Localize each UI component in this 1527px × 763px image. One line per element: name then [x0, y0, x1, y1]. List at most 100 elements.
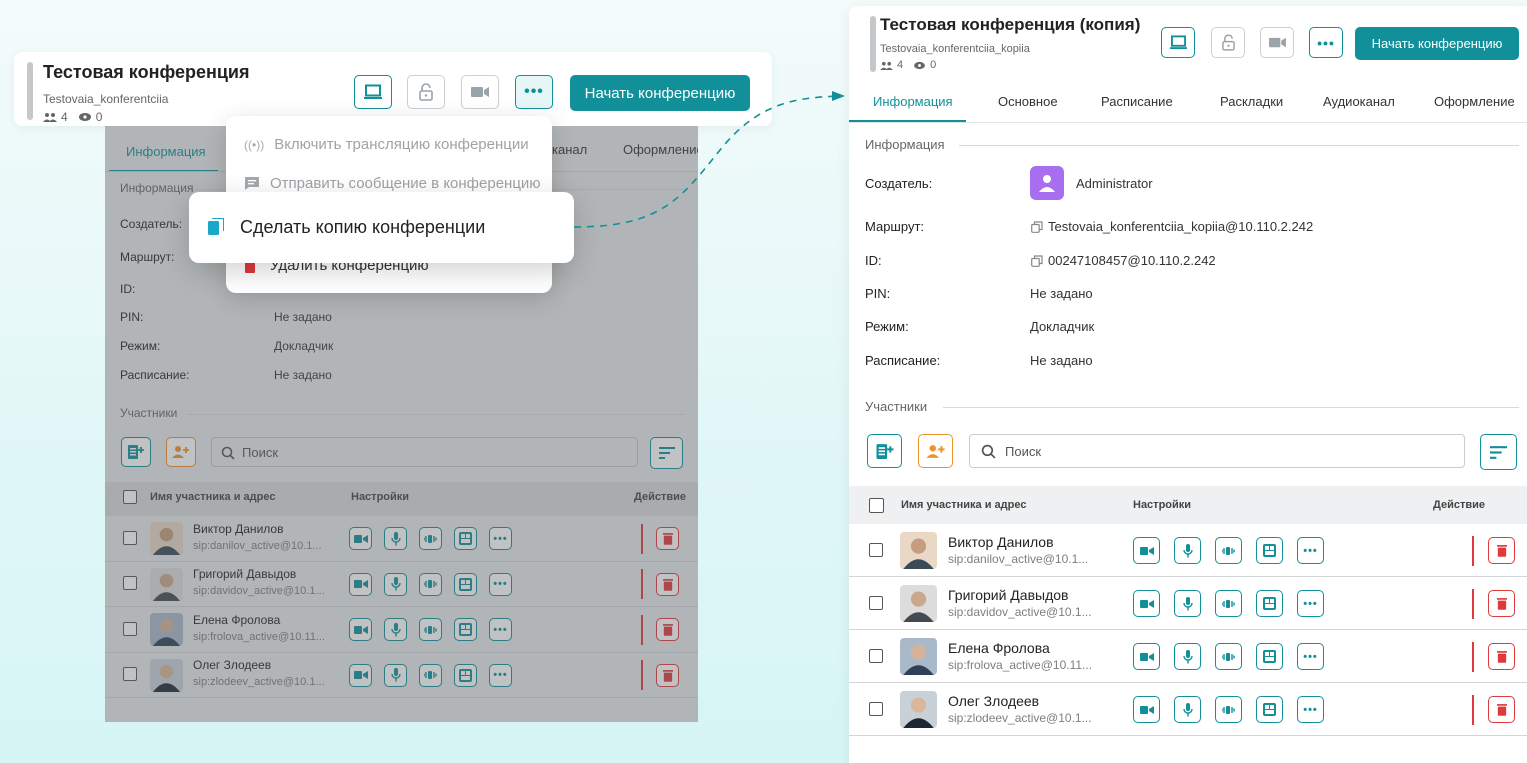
layout-toggle-button[interactable] [1256, 643, 1283, 670]
row-checkbox[interactable] [869, 701, 883, 716]
screen-share-button[interactable] [1161, 27, 1195, 58]
speaker-toggle-button[interactable] [1215, 643, 1242, 670]
page-title: Тестовая конференция (копия) [880, 15, 1141, 34]
participants-section-title: Участники [865, 399, 928, 414]
camera-toggle-button[interactable] [1133, 643, 1160, 670]
header-accent-bar [870, 16, 876, 72]
sort-button[interactable] [1480, 434, 1517, 470]
pin-label: PIN: [865, 286, 891, 301]
column-action-header: Действие [1433, 499, 1485, 511]
speaker-icon [1221, 598, 1236, 610]
participants-section-line [943, 407, 1519, 408]
table-row: Елена Фролова sip:frolova_active@10.11...… [849, 630, 1527, 683]
row-checkbox[interactable] [869, 648, 883, 663]
more-dots-icon: ••• [1303, 544, 1318, 557]
speaker-toggle-button[interactable] [1215, 537, 1242, 564]
participant-search-input[interactable]: Поиск [969, 434, 1465, 468]
screen-share-button[interactable] [354, 75, 392, 109]
microphone-icon [1182, 596, 1193, 611]
add-participant-button[interactable] [918, 434, 953, 468]
speaker-icon [1221, 704, 1236, 716]
viewers-count: 0 [930, 59, 937, 71]
more-dots-icon: ••• [1303, 703, 1318, 716]
tab-general[interactable]: Основное [998, 94, 1058, 109]
more-toggle-button[interactable]: ••• [1297, 590, 1324, 617]
column-settings-header: Настройки [1133, 499, 1192, 511]
layout-icon [1263, 703, 1276, 716]
schedule-label: Расписание: [865, 353, 941, 368]
more-button[interactable]: ••• [515, 75, 553, 109]
layout-toggle-button[interactable] [1256, 537, 1283, 564]
copy-route-icon[interactable] [1031, 221, 1043, 233]
tabs-divider [849, 122, 1527, 123]
layout-toggle-button[interactable] [1256, 696, 1283, 723]
conference-route-name: Testovaia_konferentciia_kopiia [880, 43, 1030, 55]
addressbook-add-icon [876, 443, 893, 459]
participant-name: Елена Фролова [948, 639, 1050, 656]
speaker-toggle-button[interactable] [1215, 590, 1242, 617]
video-settings-icon [471, 87, 489, 97]
menu-item-make-copy[interactable]: Сделать копию конференции [189, 192, 574, 263]
microphone-toggle-button[interactable] [1174, 696, 1201, 723]
microphone-toggle-button[interactable] [1174, 643, 1201, 670]
delete-participant-button[interactable] [1488, 537, 1515, 564]
message-icon [245, 177, 259, 190]
more-toggle-button[interactable]: ••• [1297, 537, 1324, 564]
conference-counters: 4 0 [43, 110, 102, 124]
add-from-addressbook-button[interactable] [867, 434, 902, 468]
speaker-toggle-button[interactable] [1215, 696, 1242, 723]
delete-participant-button[interactable] [1488, 590, 1515, 617]
schedule-value: Не задано [1030, 353, 1093, 368]
viewers-count: 0 [95, 110, 103, 124]
creator-avatar [1030, 166, 1064, 200]
layout-icon [1263, 597, 1276, 610]
microphone-icon [1182, 702, 1193, 717]
delete-participant-button[interactable] [1488, 643, 1515, 670]
lock-button[interactable] [407, 75, 445, 109]
more-dots-icon: ••• [1303, 650, 1318, 663]
speaker-icon [1221, 545, 1236, 557]
action-separator [1472, 535, 1474, 566]
trash-icon [1496, 598, 1507, 610]
microphone-icon [1182, 649, 1193, 664]
menu-item-broadcast[interactable]: ((•)) Включить трансляцию конференции [244, 136, 529, 153]
action-separator [1472, 694, 1474, 725]
more-button[interactable]: ••• [1309, 27, 1343, 58]
camera-icon [1139, 705, 1154, 715]
user-icon [1039, 175, 1055, 192]
user-add-icon [925, 444, 945, 458]
tab-design[interactable]: Оформление [1434, 94, 1515, 109]
microphone-toggle-button[interactable] [1174, 537, 1201, 564]
camera-toggle-button[interactable] [1133, 696, 1160, 723]
camera-icon [1139, 546, 1154, 556]
page-title: Тестовая конференция [43, 62, 250, 82]
menu-item-send-message[interactable]: Отправить сообщение в конференцию [244, 175, 541, 192]
lock-button[interactable] [1211, 27, 1245, 58]
row-checkbox[interactable] [869, 595, 883, 610]
start-conference-button[interactable]: Начать конференцию [1355, 27, 1519, 60]
trash-icon [1496, 545, 1507, 557]
tab-layouts[interactable]: Раскладки [1220, 94, 1283, 109]
copy-id-icon[interactable] [1031, 255, 1043, 267]
tab-information[interactable]: Информация [873, 94, 953, 109]
more-toggle-button[interactable]: ••• [1297, 696, 1324, 723]
table-row: Григорий Давыдов sip:davidov_active@10.1.… [849, 577, 1527, 630]
participant-name: Григорий Давыдов [948, 586, 1069, 603]
participants-count: 4 [61, 110, 68, 124]
tab-audiochannel[interactable]: Аудиоканал [1323, 94, 1395, 109]
more-toggle-button[interactable]: ••• [1297, 643, 1324, 670]
right-conference-panel: Тестовая конференция (копия) Testovaia_k… [849, 6, 1527, 763]
select-all-checkbox[interactable] [869, 498, 884, 513]
row-checkbox[interactable] [869, 542, 883, 557]
delete-participant-button[interactable] [1488, 696, 1515, 723]
camera-toggle-button[interactable] [1133, 537, 1160, 564]
search-icon [981, 444, 996, 459]
layout-toggle-button[interactable] [1256, 590, 1283, 617]
camera-settings-button[interactable] [461, 75, 499, 109]
camera-icon [1139, 599, 1154, 609]
microphone-toggle-button[interactable] [1174, 590, 1201, 617]
camera-settings-button[interactable] [1260, 27, 1294, 58]
camera-toggle-button[interactable] [1133, 590, 1160, 617]
microphone-icon [1182, 543, 1193, 558]
tab-schedule[interactable]: Расписание [1101, 94, 1173, 109]
